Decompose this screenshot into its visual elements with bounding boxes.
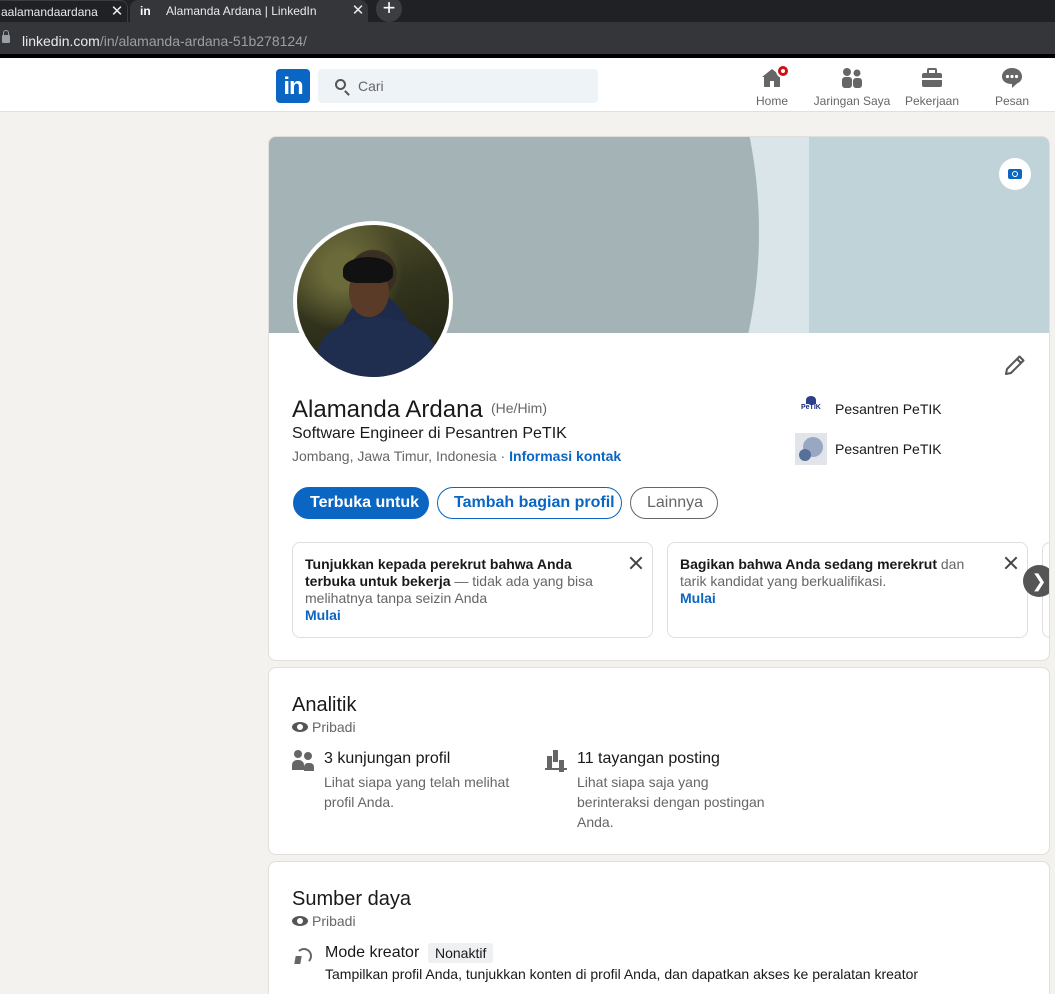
search-input[interactable]: [358, 69, 588, 103]
profile-name: Alamanda Ardana: [292, 396, 483, 423]
stat-description: Lihat siapa yang telah melihat profil An…: [324, 774, 510, 810]
close-icon[interactable]: [1003, 555, 1019, 571]
org-item[interactable]: Pesantren PeTIK: [795, 433, 942, 465]
open-to-work-notice: Tunjukkan kepada perekrut bahwa Anda ter…: [292, 542, 653, 638]
nav-label: Jaringan Saya: [813, 94, 891, 108]
stat-title[interactable]: 3 kunjungan profil: [324, 750, 450, 768]
analytics-card: Analitik Pribadi 3 kunjungan profil Liha…: [268, 667, 1050, 855]
stat-title[interactable]: 11 tayangan posting: [577, 750, 720, 768]
eye-icon: [292, 916, 308, 926]
edit-pencil-icon[interactable]: [1003, 353, 1027, 377]
location-text: Jombang, Jawa Timur, Indonesia: [292, 448, 497, 464]
profile-card: Alamanda Ardana (He/Him) Software Engine…: [268, 136, 1050, 661]
bar-chart-icon: [545, 748, 569, 772]
nav-item-messaging[interactable]: Pesan: [972, 64, 1052, 110]
search-box[interactable]: [318, 69, 598, 103]
broadcast-icon: [292, 942, 316, 966]
new-tab-button[interactable]: +: [376, 0, 402, 22]
start-link[interactable]: Mulai: [305, 607, 614, 624]
visibility-label: Pribadi: [292, 719, 356, 735]
resources-title: Sumber daya: [292, 888, 411, 910]
profile-headline: Software Engineer di Pesantren PeTIK: [292, 425, 567, 442]
tab-close-icon[interactable]: ✕: [107, 4, 127, 19]
avatar-hair: [343, 257, 393, 283]
visibility-label: Pribadi: [292, 913, 356, 929]
people-icon: [292, 748, 316, 772]
linkedin-favicon-icon: in: [140, 4, 151, 18]
url-path: /in/alamanda-ardana-51b278124/: [99, 33, 307, 49]
messaging-icon: [1002, 68, 1022, 88]
contact-info-link[interactable]: Informasi kontak: [509, 448, 621, 464]
resources-card: Sumber daya Pribadi Mode kreator Nonakti…: [268, 861, 1050, 994]
creator-mode-title[interactable]: Mode kreator: [325, 944, 419, 962]
status-badge: Nonaktif: [428, 943, 494, 963]
url-host: linkedin.com: [22, 33, 100, 49]
browser-tab-bar: aalamandaardana ✕ in Alamanda Ardana | L…: [0, 0, 1055, 22]
nav-item-jobs[interactable]: Pekerjaan: [892, 64, 972, 110]
lock-icon: [2, 30, 10, 43]
profile-pronouns: (He/Him): [491, 400, 547, 416]
notice-bold-text: Bagikan bahwa Anda sedang merekrut: [680, 556, 937, 572]
carousel-next-button[interactable]: ❯: [1023, 565, 1049, 597]
browser-tab-inactive[interactable]: aalamandaardana ✕: [0, 0, 128, 22]
linkedin-logo[interactable]: in: [276, 69, 310, 103]
address-bar[interactable]: linkedin.com/in/alamanda-ardana-51b27812…: [0, 22, 1055, 58]
org-name: Pesantren PeTIK: [835, 401, 942, 417]
petik-logo-icon: [795, 393, 827, 425]
more-button[interactable]: Lainnya: [630, 487, 718, 519]
analytics-title: Analitik: [292, 694, 357, 716]
url-text[interactable]: linkedin.com/in/alamanda-ardana-51b27812…: [22, 33, 307, 49]
start-link[interactable]: Mulai: [680, 590, 989, 607]
tab-title: Alamanda Ardana | LinkedIn: [166, 4, 317, 18]
avatar-body: [317, 317, 437, 377]
tab-close-icon[interactable]: ✕: [348, 3, 368, 18]
visibility-text: Pribadi: [312, 913, 356, 929]
creator-mode-description: Tampilkan profil Anda, tunjukkan konten …: [325, 966, 919, 982]
avatar[interactable]: [293, 221, 453, 381]
location-separator: ·: [496, 448, 510, 464]
org-item[interactable]: Pesantren PeTIK: [795, 393, 942, 425]
visibility-text: Pribadi: [312, 719, 356, 735]
search-icon: [335, 79, 346, 90]
close-icon[interactable]: [628, 555, 644, 571]
org-name: Pesantren PeTIK: [835, 441, 942, 457]
nav-label: Pekerjaan: [904, 94, 960, 108]
hiring-notice: Bagikan bahwa Anda sedang merekrut dan t…: [667, 542, 1028, 638]
profile-location: Jombang, Jawa Timur, Indonesia · Informa…: [292, 448, 621, 464]
linkedin-global-nav: in Home Jaringan Saya Pekerjaan Pesan: [0, 58, 1055, 112]
briefcase-icon: [922, 68, 942, 87]
open-to-button[interactable]: Terbuka untuk: [293, 487, 429, 519]
school-logo-icon: [795, 433, 827, 465]
notification-badge: [776, 64, 790, 78]
tab-title: aalamandaardana: [1, 4, 98, 19]
add-profile-section-button[interactable]: Tambah bagian profil: [437, 487, 622, 519]
camera-icon[interactable]: [999, 158, 1031, 190]
browser-tab-active[interactable]: in Alamanda Ardana | LinkedIn ✕: [130, 0, 368, 22]
nav-item-network[interactable]: Jaringan Saya: [812, 64, 892, 110]
nav-label: Pesan: [994, 94, 1030, 108]
nav-label: Home: [755, 94, 788, 108]
nav-item-home[interactable]: Home: [732, 64, 812, 110]
stat-description: Lihat siapa saja yang berinteraksi denga…: [577, 774, 765, 830]
network-icon: [842, 68, 862, 88]
eye-icon: [292, 722, 308, 732]
